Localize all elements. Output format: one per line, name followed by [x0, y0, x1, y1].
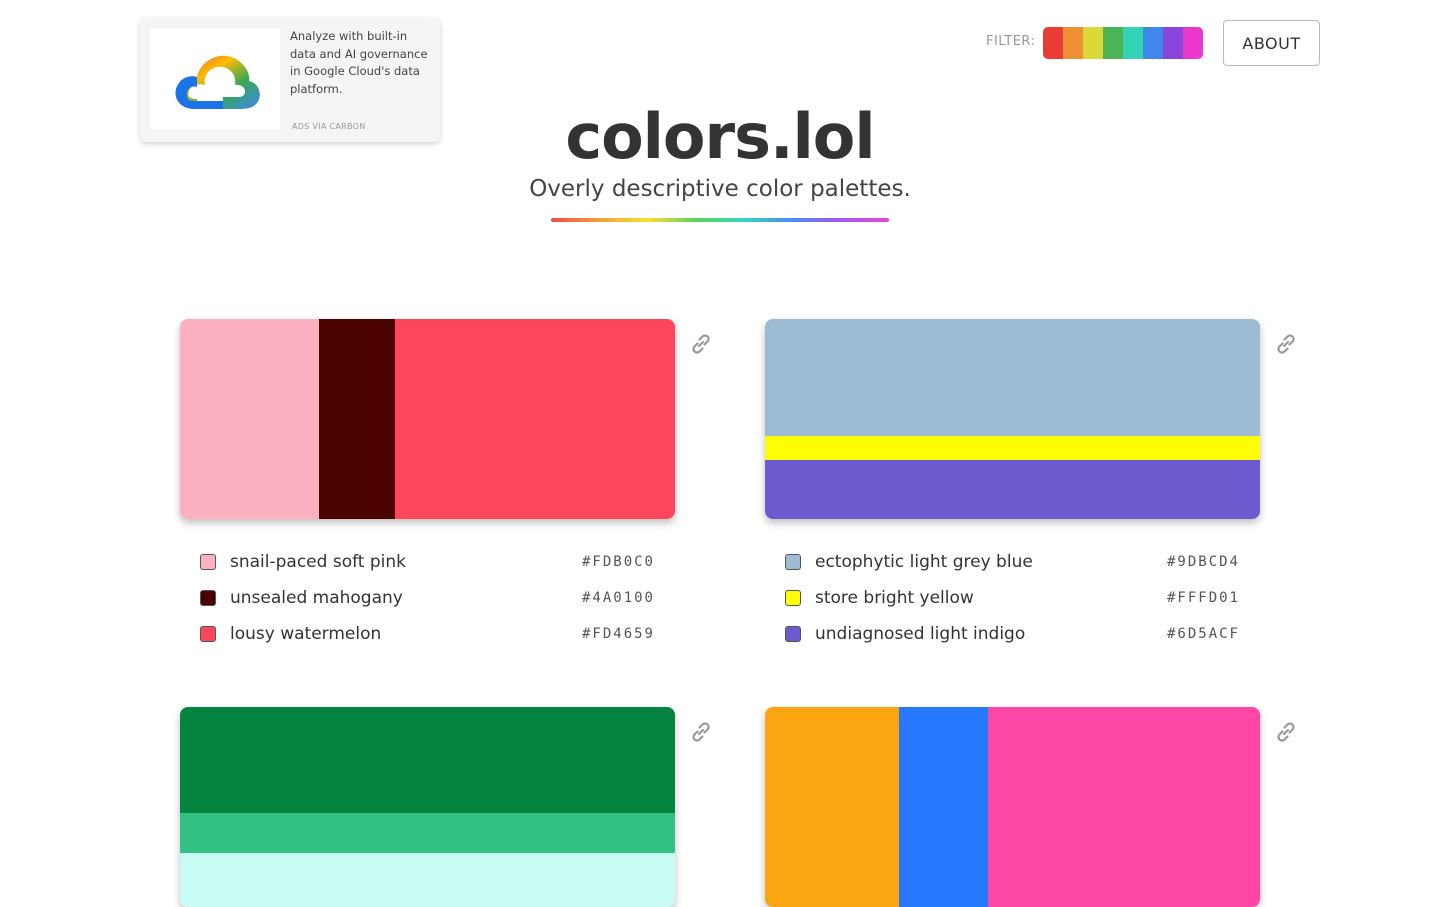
color-row: snail-paced soft pink #FDB0C0: [200, 544, 655, 580]
filter-color-4[interactable]: [1103, 27, 1123, 59]
color-hex[interactable]: #FDB0C0: [582, 554, 655, 570]
color-hex[interactable]: #9DBCD4: [1167, 554, 1240, 570]
palette-swatch-card[interactable]: [180, 707, 675, 907]
color-name: store bright yellow: [815, 588, 974, 608]
color-hex[interactable]: #FFFD01: [1167, 590, 1240, 606]
color-hex[interactable]: #FD4659: [582, 626, 655, 642]
color-row: undiagnosed light indigo #6D5ACF: [785, 616, 1240, 652]
color-swatch-3[interactable]: [765, 460, 1260, 519]
link-icon[interactable]: [1273, 719, 1299, 745]
link-icon[interactable]: [1273, 331, 1299, 357]
filter-label: FILTER:: [986, 34, 1036, 49]
filter-color-2[interactable]: [1063, 27, 1083, 59]
color-hex[interactable]: #4A0100: [582, 590, 655, 606]
color-swatch-3[interactable]: [180, 853, 675, 907]
color-swatch-3[interactable]: [987, 707, 1260, 907]
color-swatch-2[interactable]: [318, 319, 396, 519]
color-swatch-2[interactable]: [180, 813, 675, 853]
palette-swatch-card[interactable]: [765, 707, 1260, 907]
link-icon[interactable]: [688, 331, 714, 357]
site-subtitle: Overly descriptive color palettes.: [529, 176, 911, 202]
about-button[interactable]: ABOUT: [1223, 20, 1320, 66]
filter-color-7[interactable]: [1163, 27, 1183, 59]
color-row: store bright yellow #FFFD01: [785, 580, 1240, 616]
color-row: lousy watermelon #FD4659: [200, 616, 655, 652]
palette-swatch-card[interactable]: [765, 319, 1260, 519]
palette-swatch-card[interactable]: [180, 319, 675, 519]
filter-color-6[interactable]: [1143, 27, 1163, 59]
color-swatch-1[interactable]: [180, 707, 675, 813]
link-icon[interactable]: [688, 719, 714, 745]
color-name: ectophytic light grey blue: [815, 552, 1033, 572]
color-name: snail-paced soft pink: [230, 552, 406, 572]
color-dot: [785, 554, 801, 570]
color-name: unsealed mahogany: [230, 588, 403, 608]
site-title: colors.lol: [565, 100, 875, 173]
color-dot: [785, 590, 801, 606]
rainbow-underline: [551, 218, 889, 222]
color-dot: [200, 626, 216, 642]
filter-color-8[interactable]: [1183, 27, 1203, 59]
color-swatch-1[interactable]: [765, 707, 899, 907]
color-row: unsealed mahogany #4A0100: [200, 580, 655, 616]
color-swatch-2[interactable]: [765, 436, 1260, 460]
color-list: snail-paced soft pink #FDB0C0 unsealed mah…: [200, 544, 655, 652]
color-dot: [200, 590, 216, 606]
color-name: lousy watermelon: [230, 624, 382, 644]
color-row: ectophytic light grey blue #9DBCD4: [785, 544, 1240, 580]
color-swatch-1[interactable]: [765, 319, 1260, 436]
color-filter[interactable]: [1043, 27, 1203, 59]
color-list: ectophytic light grey blue #9DBCD4 store b…: [785, 544, 1240, 652]
color-name: undiagnosed light indigo: [815, 624, 1026, 644]
color-swatch-1[interactable]: [180, 319, 319, 519]
color-hex[interactable]: #6D5ACF: [1167, 626, 1240, 642]
color-swatch-3[interactable]: [395, 319, 675, 519]
color-swatch-2[interactable]: [898, 707, 988, 907]
color-dot: [785, 626, 801, 642]
color-dot: [200, 554, 216, 570]
filter-color-3[interactable]: [1083, 27, 1103, 59]
filter-color-5[interactable]: [1123, 27, 1143, 59]
ad-text[interactable]: Analyze with built-in data and AI govern…: [290, 28, 430, 98]
filter-color-1[interactable]: [1043, 27, 1063, 59]
